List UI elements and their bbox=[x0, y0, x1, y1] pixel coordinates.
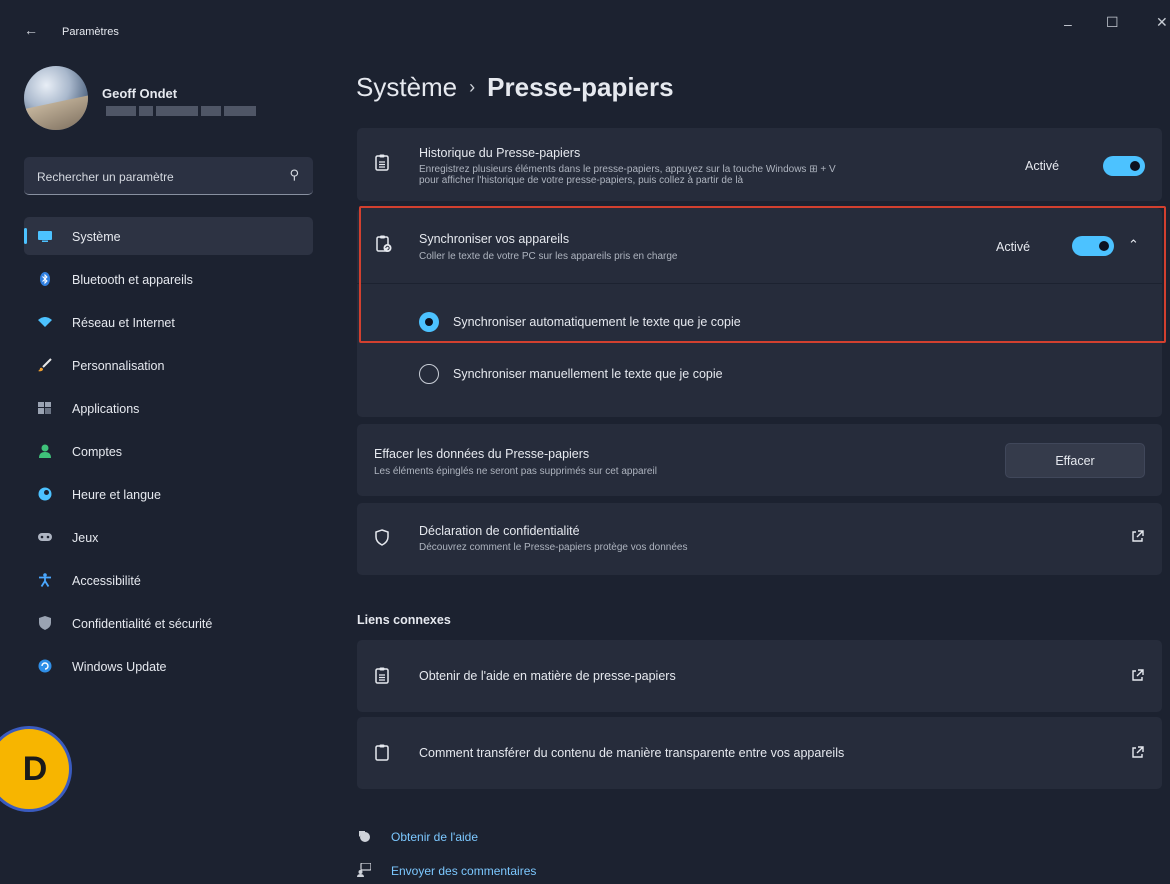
related-link-transfer[interactable]: Comment transférer du contenu de manière… bbox=[357, 717, 1162, 789]
clipboard-outline-icon bbox=[375, 744, 389, 766]
external-link-icon bbox=[1131, 746, 1144, 762]
privacy-desc: Découvrez comment le Presse-papiers prot… bbox=[419, 542, 688, 553]
sidebar-item-jeux[interactable]: Jeux bbox=[24, 518, 313, 556]
globe-icon bbox=[38, 487, 52, 501]
history-state-label: Activé bbox=[1025, 159, 1060, 173]
bluetooth-icon bbox=[38, 272, 52, 286]
sync-title: Synchroniser vos appareils bbox=[419, 232, 570, 246]
external-link-icon bbox=[1131, 530, 1144, 546]
letter-badge: D bbox=[0, 726, 72, 812]
history-desc-line1: Enregistrez plusieurs éléments dans le p… bbox=[419, 164, 836, 175]
sidebar-item-label: Réseau et Internet bbox=[72, 316, 175, 330]
clipboard-icon bbox=[375, 667, 389, 689]
privacy-title: Déclaration de confidentialité bbox=[419, 524, 580, 538]
related-links-heading: Liens connexes bbox=[357, 613, 451, 627]
sidebar-item-reseau[interactable]: Réseau et Internet bbox=[24, 303, 313, 341]
sidebar-item-label: Bluetooth et appareils bbox=[72, 273, 193, 287]
related-link-label: Obtenir de l'aide en matière de presse-p… bbox=[419, 669, 676, 683]
brush-icon bbox=[38, 358, 52, 372]
badge-letter: D bbox=[22, 749, 48, 788]
sidebar-item-label: Windows Update bbox=[72, 660, 167, 674]
sidebar-item-confidentialite[interactable]: Confidentialité et sécurité bbox=[24, 604, 313, 642]
sidebar-item-personnalisation[interactable]: Personnalisation bbox=[24, 346, 313, 384]
related-link-label: Comment transférer du contenu de manière… bbox=[419, 746, 845, 760]
breadcrumb-current: Presse-papiers bbox=[487, 72, 674, 102]
history-toggle[interactable] bbox=[1103, 156, 1145, 176]
feedback-link-label[interactable]: Envoyer des commentaires bbox=[391, 864, 536, 878]
clipboard-icon bbox=[375, 154, 389, 176]
shield-outline-icon bbox=[375, 529, 389, 551]
clipboard-sync-icon bbox=[376, 235, 392, 258]
back-arrow-icon[interactable]: ← bbox=[24, 22, 38, 38]
maximize-icon[interactable]: ☐ bbox=[1106, 14, 1119, 31]
sidebar-item-windows-update[interactable]: Windows Update bbox=[24, 647, 313, 685]
sync-toggle[interactable] bbox=[1072, 236, 1114, 256]
user-name: Geoff Ondet bbox=[102, 86, 178, 101]
external-link-icon bbox=[1131, 669, 1144, 685]
sidebar-item-label: Confidentialité et sécurité bbox=[72, 617, 213, 631]
sync-divider bbox=[357, 283, 1162, 284]
history-title: Historique du Presse-papiers bbox=[419, 146, 581, 160]
gamepad-icon bbox=[38, 530, 52, 544]
clear-desc: Les éléments épinglés ne seront pas supp… bbox=[374, 466, 657, 477]
radio-manual-sync-label[interactable]: Synchroniser manuellement le texte que j… bbox=[453, 367, 723, 381]
person-icon bbox=[38, 444, 52, 458]
sync-desc: Coller le texte de votre PC sur les appa… bbox=[419, 251, 678, 262]
monitor-icon bbox=[38, 229, 52, 243]
sidebar-item-label: Comptes bbox=[72, 445, 123, 459]
sidebar-item-label: Accessibilité bbox=[72, 574, 141, 588]
sync-devices-card: Synchroniser vos appareils Coller le tex… bbox=[357, 208, 1162, 417]
clear-button[interactable]: Effacer bbox=[1005, 443, 1145, 478]
privacy-card[interactable]: Déclaration de confidentialité Découvrez… bbox=[357, 503, 1162, 575]
sidebar-item-label: Heure et langue bbox=[72, 488, 161, 502]
radio-auto-sync-label[interactable]: Synchroniser automatiquement le texte qu… bbox=[453, 315, 741, 329]
sidebar-item-systeme[interactable]: Système bbox=[24, 217, 313, 255]
radio-manual-sync[interactable] bbox=[419, 364, 439, 384]
search-input[interactable]: Rechercher un paramètre ⚲ bbox=[24, 157, 313, 195]
breadcrumb-parent[interactable]: Système bbox=[356, 72, 457, 102]
user-email-redacted bbox=[106, 106, 260, 116]
minimize-icon[interactable]: – bbox=[1064, 16, 1072, 32]
search-placeholder: Rechercher un paramètre bbox=[37, 170, 174, 184]
sidebar-item-applications[interactable]: Applications bbox=[24, 389, 313, 427]
sidebar-item-heure-langue[interactable]: Heure et langue bbox=[24, 475, 313, 513]
sidebar-item-label: Système bbox=[72, 230, 121, 244]
help-chat-icon bbox=[357, 829, 371, 846]
sync-state-label: Activé bbox=[996, 240, 1031, 254]
chevron-up-icon[interactable]: ⌃ bbox=[1128, 237, 1139, 253]
related-link-help[interactable]: Obtenir de l'aide en matière de presse-p… bbox=[357, 640, 1162, 712]
close-icon[interactable]: ✕ bbox=[1156, 14, 1168, 31]
clipboard-history-card: Historique du Presse-papiers Enregistrez… bbox=[357, 128, 1162, 201]
app-title: Paramètres bbox=[62, 26, 119, 38]
update-icon bbox=[38, 659, 52, 673]
sidebar-item-label: Personnalisation bbox=[72, 359, 165, 373]
page-title: Système › Presse-papiers bbox=[356, 72, 674, 103]
title-bar: ← Paramètres – ☐ ✕ bbox=[0, 0, 1170, 60]
shield-icon bbox=[38, 616, 52, 630]
history-desc-line2: pour afficher l'historique de votre pres… bbox=[419, 175, 744, 186]
sidebar-item-label: Jeux bbox=[72, 531, 99, 545]
sidebar-nav: Système Bluetooth et appareils Réseau et… bbox=[24, 217, 313, 690]
help-link-label[interactable]: Obtenir de l'aide bbox=[391, 830, 478, 844]
avatar[interactable] bbox=[24, 66, 88, 130]
feedback-icon bbox=[357, 862, 372, 880]
accessibility-icon bbox=[38, 573, 52, 587]
clear-title: Effacer les données du Presse-papiers bbox=[374, 447, 590, 461]
search-icon: ⚲ bbox=[289, 167, 299, 182]
apps-icon bbox=[38, 401, 52, 415]
breadcrumb-separator: › bbox=[469, 77, 476, 97]
radio-auto-sync[interactable] bbox=[419, 312, 439, 332]
wifi-icon bbox=[38, 315, 52, 329]
sidebar-item-accessibilite[interactable]: Accessibilité bbox=[24, 561, 313, 599]
sidebar-item-comptes[interactable]: Comptes bbox=[24, 432, 313, 470]
sidebar-item-label: Applications bbox=[72, 402, 140, 416]
sidebar-item-bluetooth[interactable]: Bluetooth et appareils bbox=[24, 260, 313, 298]
